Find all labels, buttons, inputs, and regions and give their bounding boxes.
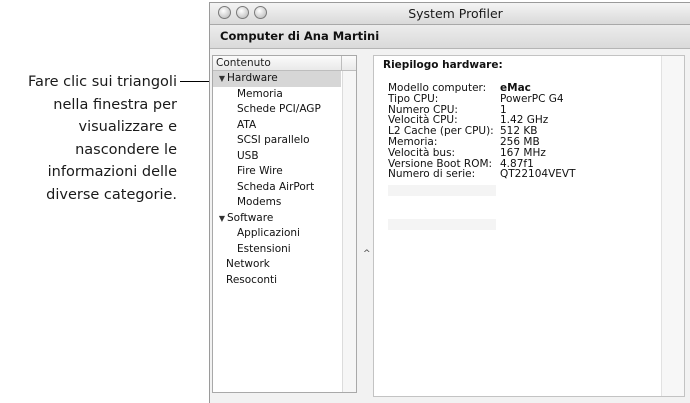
summary-key: Tipo CPU: [388,92,439,105]
summary-row: Tipo CPU: PowerPC G4 [388,92,576,105]
tree-item-software[interactable]: ▼ Software [213,211,341,227]
contents-scrollbar[interactable] [342,71,356,392]
tree-item-label: Schede PCI/AGP [237,103,321,115]
row-stripe [388,185,496,196]
tree-item-applicazioni[interactable]: Applicazioni [213,226,341,242]
triangle-down-icon[interactable]: ▼ [217,71,227,87]
detail-scrollbar[interactable] [661,56,684,396]
system-profiler-window: System Profiler Computer di Ana Martini … [209,2,690,403]
summary-key: Numero di serie: [388,168,476,181]
tree-item-label: Hardware [227,72,278,84]
computer-name-bar: Computer di Ana Martini [210,25,690,49]
callout-line: nella finestra per [53,96,177,113]
summary-row: Numero di serie: QT22104VEVT [388,169,576,180]
tree-item-label: Resoconti [226,273,278,286]
splitter-handle-icon[interactable]: ^ [363,249,371,259]
column-divider [341,56,342,70]
tree-item-memoria[interactable]: Memoria [213,87,341,103]
tree-item-schede-pci-agp[interactable]: Schede PCI/AGP [213,102,341,118]
summary-value: QT22104VEVT [500,168,576,181]
tree-item-usb[interactable]: USB [213,149,341,165]
summary-key: Velocità bus: [388,146,456,159]
tree-item-ata[interactable]: ATA [213,118,341,134]
tree-item-label: Fire Wire [237,165,283,177]
tree-item-label: Software [227,211,274,224]
tree-item-label: Modems [237,196,282,208]
callout-text: Fare clic sui triangoli nella finestra p… [0,71,177,206]
tree-item-label: Memoria [237,87,283,100]
tree-item-scheda-airport[interactable]: Scheda AirPort [213,180,341,196]
pane-splitter[interactable]: ^ [361,55,371,392]
summary-row: Velocità bus: 167 MHz [388,146,576,159]
tree-item-scsi-parallelo[interactable]: SCSI parallelo [213,133,341,149]
tree-item-label: Network [226,258,270,270]
tree-item-label: Applicazioni [237,227,300,239]
tree-item-resoconti[interactable]: Resoconti [213,273,341,289]
tree-item-label: SCSI parallelo [237,134,310,146]
tree-item-label: USB [237,149,259,162]
title-bar[interactable]: System Profiler [210,3,690,25]
tree-item-estensioni[interactable]: Estensioni [213,242,341,258]
contents-header-label: Contenuto [216,57,271,69]
tree-item-fire-wire[interactable]: Fire Wire [213,164,341,180]
window-title: System Profiler [408,6,503,21]
tree-item-label: Estensioni [237,242,291,255]
contents-pane: Contenuto ▼ Hardware Memoria Schede PCI/A… [212,55,357,393]
callout-line: diverse categorie. [46,186,177,203]
callout-line: visualizzare e [78,119,178,135]
triangle-down-icon[interactable]: ▼ [217,211,227,227]
tree-item-hardware[interactable]: ▼ Hardware [213,71,341,87]
hardware-summary: Modello computer: eMac Tipo CPU: PowerPC G… [388,83,576,180]
summary-value: PowerPC G4 [500,92,564,105]
row-stripe [388,219,496,230]
summary-value: 167 MHz [500,146,546,159]
tree-item-label: ATA [237,118,257,131]
callout-line: nascondere le [75,141,177,158]
category-tree: ▼ Hardware Memoria Schede PCI/AGP ATA SCS… [213,71,341,288]
tree-item-label: Scheda AirPort [237,180,315,193]
detail-pane: Riepilogo hardware: Modello computer: eMa… [373,55,685,397]
detail-title: Riepilogo hardware: [383,59,503,71]
computer-name: Computer di Ana Martini [220,29,380,43]
callout-line: informazioni delle [47,164,177,180]
contents-column-header[interactable]: Contenuto [213,56,356,71]
tree-item-modems[interactable]: Modems [213,195,341,211]
tree-item-network[interactable]: Network [213,257,341,273]
callout-line: Fare clic sui triangoli [28,74,177,90]
